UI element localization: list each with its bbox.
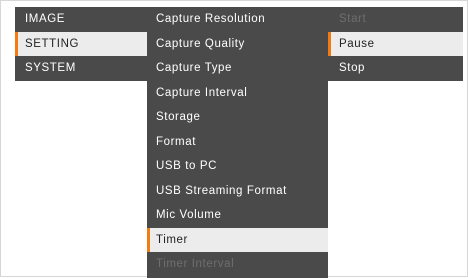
setting-item-timer-interval: Timer Interval: [147, 252, 328, 277]
setting-item-storage[interactable]: Storage: [147, 105, 328, 130]
setting-submenu: Capture Resolution Capture Quality Captu…: [147, 7, 328, 278]
main-menu-item-system[interactable]: SYSTEM: [15, 56, 147, 81]
setting-item-label: Capture Resolution: [156, 13, 266, 25]
setting-item-timer[interactable]: Timer: [147, 227, 328, 252]
setting-item-mic-volume[interactable]: Mic Volume: [147, 203, 328, 228]
setting-item-usb-to-pc[interactable]: USB to PC: [147, 154, 328, 179]
osd-menu-screen: IMAGE SETTING SYSTEM Capture Resolution …: [0, 0, 468, 278]
setting-item-usb-streaming-format[interactable]: USB Streaming Format: [147, 179, 328, 204]
setting-item-label: Storage: [156, 111, 201, 123]
setting-item-label: Capture Quality: [156, 37, 245, 50]
main-menu-item-label: SETTING: [25, 37, 80, 50]
timer-option-stop[interactable]: Stop: [328, 56, 463, 81]
main-menu-item-image[interactable]: IMAGE: [15, 7, 147, 32]
setting-item-capture-resolution[interactable]: Capture Resolution: [147, 7, 328, 32]
timer-option-label: Stop: [339, 62, 366, 74]
setting-item-capture-type[interactable]: Capture Type: [147, 56, 328, 81]
setting-item-capture-interval[interactable]: Capture Interval: [147, 81, 328, 106]
timer-option-label: Start: [339, 13, 367, 25]
setting-item-format[interactable]: Format: [147, 130, 328, 155]
main-menu-item-label: IMAGE: [25, 13, 66, 25]
timer-options-menu: Start Pause Stop: [328, 7, 463, 81]
setting-item-label: Mic Volume: [156, 209, 222, 221]
setting-item-label: USB to PC: [156, 160, 218, 172]
setting-item-capture-quality[interactable]: Capture Quality: [147, 32, 328, 57]
setting-item-label: Format: [156, 135, 197, 148]
timer-option-pause[interactable]: Pause: [328, 31, 463, 56]
timer-option-start: Start: [328, 7, 463, 32]
setting-item-label: Timer: [156, 233, 188, 246]
main-menu: IMAGE SETTING SYSTEM: [15, 7, 147, 81]
main-menu-item-label: SYSTEM: [25, 62, 76, 74]
setting-item-label: Capture Interval: [156, 86, 248, 99]
main-menu-item-setting[interactable]: SETTING: [15, 31, 147, 56]
setting-item-label: USB Streaming Format: [156, 184, 287, 197]
timer-option-label: Pause: [339, 37, 375, 50]
setting-item-label: Capture Type: [156, 62, 233, 74]
setting-item-label: Timer Interval: [156, 258, 235, 270]
